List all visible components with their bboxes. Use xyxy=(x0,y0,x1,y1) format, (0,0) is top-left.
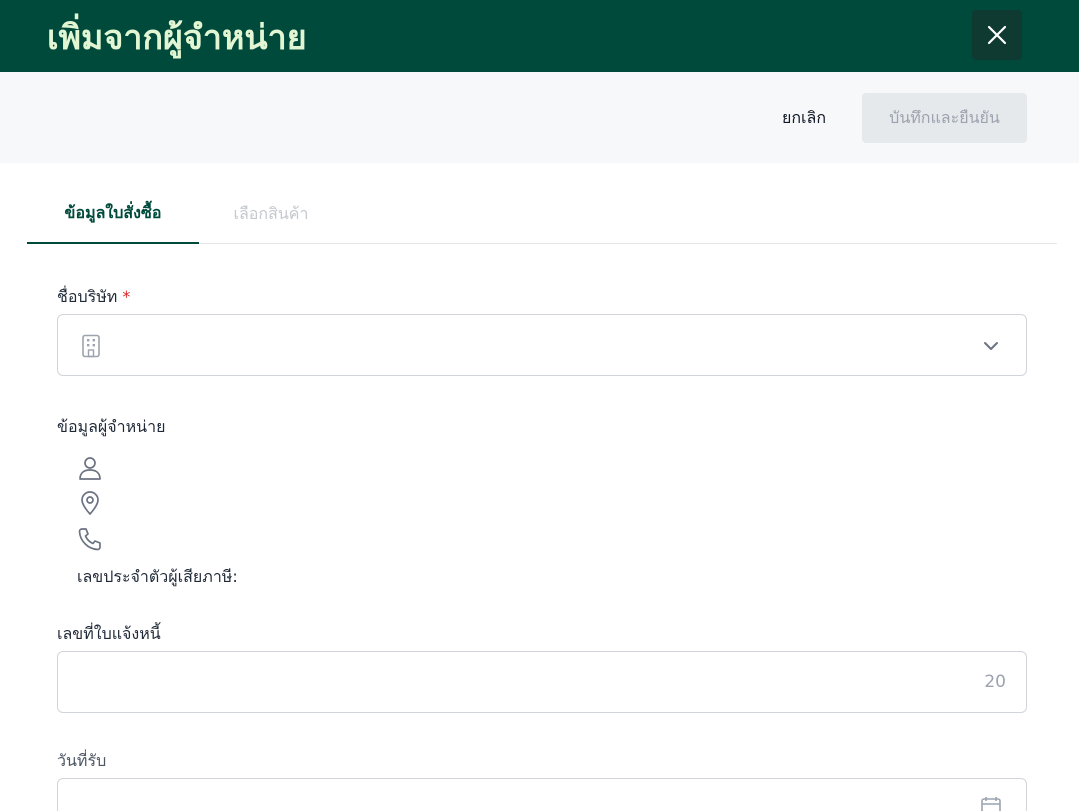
max-length-counter: 20 xyxy=(984,672,1006,692)
receive-date-field[interactable] xyxy=(57,778,1027,811)
tab-order-info[interactable]: ข้อมูลใบสั่งซื้อ xyxy=(27,185,199,244)
vendor-info-label: ข้อมูลผู้จำหน่าย xyxy=(57,417,166,436)
phone-icon xyxy=(78,528,101,551)
modal-header: เพิ่มจากผู้จำหน่าย xyxy=(0,0,1079,72)
action-bar: ยกเลิก บันทึกและยืนยัน xyxy=(0,72,1079,163)
company-select[interactable] xyxy=(57,314,1027,376)
close-icon xyxy=(987,25,1007,45)
tax-id-label: เลขประจำตัวผู้เสียภาษี: xyxy=(77,567,238,586)
location-icon xyxy=(81,491,99,515)
chevron-down-icon[interactable] xyxy=(982,337,1000,355)
invoice-number-input[interactable] xyxy=(76,666,956,698)
tab-bar: ข้อมูลใบสั่งซื้อ เลือกสินค้า xyxy=(27,185,1057,244)
required-mark: * xyxy=(122,287,131,306)
close-button[interactable] xyxy=(972,10,1022,60)
cancel-button[interactable]: ยกเลิก xyxy=(760,93,848,143)
company-name-label-text: ชื่อบริษัท xyxy=(57,287,118,306)
company-name-label: ชื่อบริษัท * xyxy=(57,285,130,310)
modal-title: เพิ่มจากผู้จำหน่าย xyxy=(47,18,307,58)
user-icon xyxy=(79,457,101,480)
receive-date-label: วันที่รับ xyxy=(57,751,107,770)
building-icon xyxy=(82,334,100,358)
save-and-confirm-button[interactable]: บันทึกและยืนยัน xyxy=(862,93,1027,143)
calendar-icon[interactable] xyxy=(980,795,1002,811)
invoice-number-field[interactable]: 20 xyxy=(57,651,1027,713)
invoice-number-label: เลขที่ใบแจ้งหนี้ xyxy=(57,624,161,643)
tab-select-products[interactable]: เลือกสินค้า xyxy=(199,185,343,243)
